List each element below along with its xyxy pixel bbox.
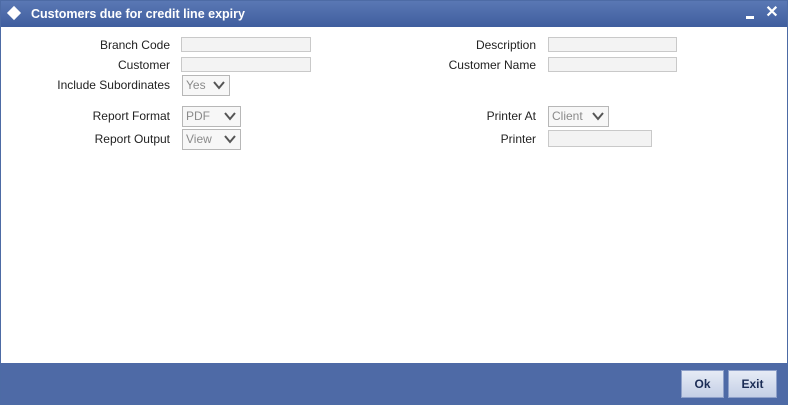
- report-format-select[interactable]: PDF: [182, 106, 241, 127]
- include-subordinates-select[interactable]: Yes: [182, 75, 230, 96]
- printer-label: Printer: [500, 132, 536, 146]
- ok-button[interactable]: Ok: [681, 370, 724, 398]
- chevron-down-icon: [213, 81, 225, 90]
- minimize-icon[interactable]: [742, 4, 758, 22]
- customer-name-input[interactable]: [548, 57, 677, 72]
- customer-label: Customer: [117, 58, 170, 72]
- include-subordinates-label: Include Subordinates: [57, 78, 170, 92]
- report-output-value: View: [186, 132, 212, 146]
- chevron-down-icon: [224, 135, 236, 144]
- report-format-value: PDF: [186, 109, 210, 123]
- report-format-label: Report Format: [92, 109, 170, 123]
- description-input[interactable]: [548, 37, 677, 52]
- chevron-down-icon: [592, 112, 604, 121]
- report-output-select[interactable]: View: [182, 129, 241, 150]
- branch-code-input[interactable]: [181, 37, 311, 52]
- report-window: Customers due for credit line expiry ✕ B…: [0, 0, 788, 405]
- window-title: Customers due for credit line expiry: [31, 7, 245, 21]
- customer-name-label: Customer Name: [448, 58, 536, 72]
- diamond-icon: [6, 5, 22, 21]
- footer-bar: Ok Exit: [1, 363, 787, 404]
- description-label: Description: [475, 38, 536, 52]
- report-output-label: Report Output: [94, 132, 170, 146]
- printer-input[interactable]: [548, 130, 652, 147]
- printer-at-value: Client: [552, 109, 583, 123]
- printer-at-label: Printer At: [486, 109, 536, 123]
- printer-at-select[interactable]: Client: [548, 106, 609, 127]
- close-icon[interactable]: ✕: [764, 4, 780, 22]
- customer-input[interactable]: [181, 57, 311, 72]
- chevron-down-icon: [224, 112, 236, 121]
- include-subordinates-value: Yes: [186, 78, 206, 92]
- title-bar: Customers due for credit line expiry ✕: [1, 1, 787, 27]
- exit-button[interactable]: Exit: [728, 370, 777, 398]
- branch-code-label: Branch Code: [99, 38, 170, 52]
